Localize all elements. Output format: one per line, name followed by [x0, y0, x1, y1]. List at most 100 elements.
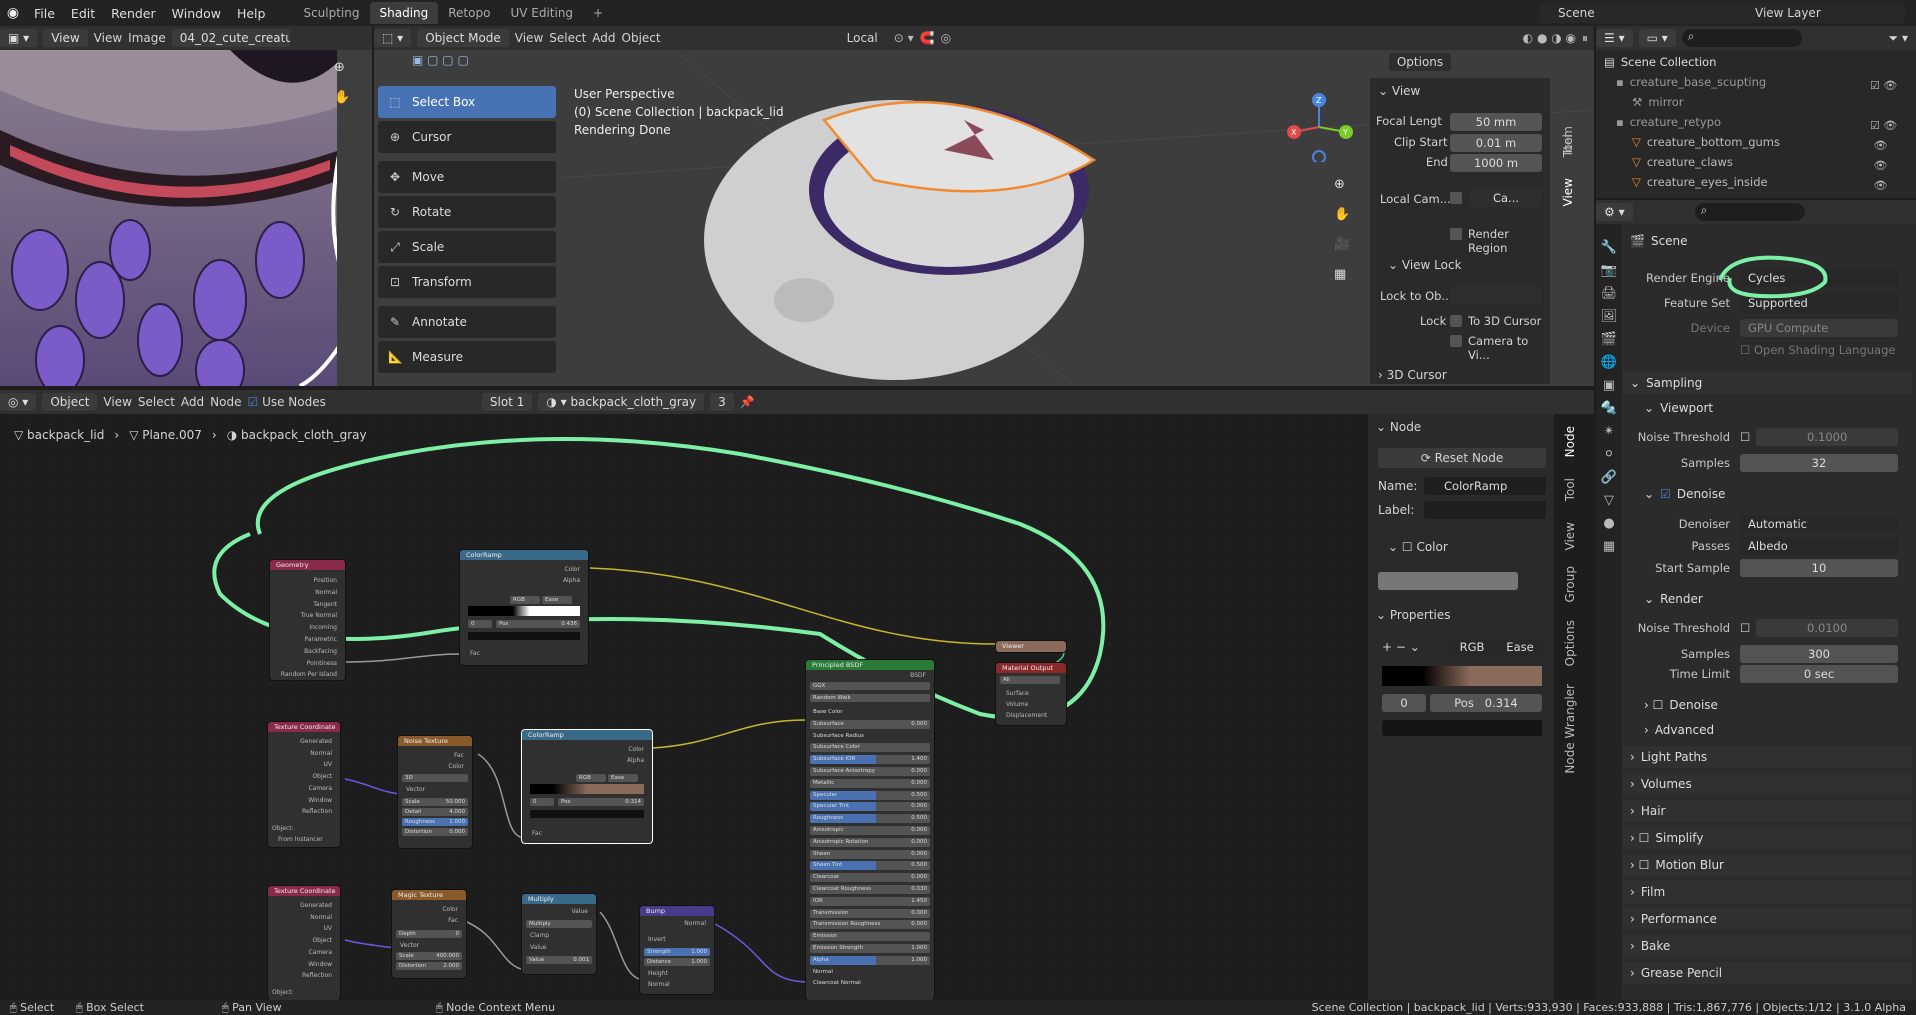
view-layer-selector[interactable]: View Layer — [1725, 3, 1905, 23]
bsdf-input-row[interactable]: Subsurface Anisotropy 0.000 — [810, 767, 930, 776]
ramp2-color[interactable] — [530, 810, 644, 818]
material-output-node[interactable]: Material Output All Surface Volume Displac… — [996, 663, 1066, 725]
volumes-section[interactable]: › Volumes — [1622, 773, 1912, 795]
node-label-field[interactable] — [1424, 501, 1546, 519]
bsdf-input-row[interactable]: Transmission 0.000 — [810, 908, 930, 918]
simplify-section[interactable]: › ☐ Simplify — [1622, 827, 1912, 849]
properties-editor-type[interactable]: ⚙ ▾ — [1596, 203, 1633, 221]
texture-coordinate-node-1[interactable]: Texture Coordinate Generated Normal UV Obje… — [268, 722, 340, 847]
device-dropdown[interactable]: GPU Compute — [1740, 319, 1898, 337]
denoise-checkbox[interactable]: ☑ — [1660, 487, 1671, 501]
bsdf-input-row[interactable]: Clearcoat 0.000 — [810, 873, 930, 883]
display-mode-button[interactable]: ▭ ▾ — [1638, 29, 1676, 47]
motion-blur-section[interactable]: › ☐ Motion Blur — [1622, 854, 1912, 876]
bsdf-input-row[interactable]: Specular Tint 0.000 — [810, 802, 930, 812]
image-menu-image[interactable]: Image — [128, 31, 166, 45]
camera-to-view-checkbox[interactable] — [1450, 335, 1462, 347]
to-cursor-checkbox[interactable] — [1450, 315, 1462, 327]
denoiser-dropdown[interactable]: Automatic — [1740, 515, 1898, 533]
ortho-grid-icon[interactable]: ▦ — [1334, 260, 1350, 290]
grease-pencil-section[interactable]: › Grease Pencil — [1622, 962, 1912, 984]
magic-texture-node[interactable]: Magic Texture Color Fac Depth 0 Vector Sca… — [392, 890, 466, 978]
material-selector[interactable]: ◑ ▾ backpack_cloth_gray — [538, 393, 705, 411]
viewport-menu-object[interactable]: Object — [622, 31, 661, 45]
zoom-icon[interactable]: ⊕ — [1334, 170, 1350, 200]
clip-end-field[interactable]: 1000 m — [1450, 154, 1542, 172]
bsdf-input-row[interactable]: Emission — [810, 932, 930, 942]
bsdf-input-row[interactable]: Anisotropic 0.000 — [810, 826, 930, 835]
node-menu-node[interactable]: Node — [210, 395, 241, 409]
node-menu-add[interactable]: Add — [181, 395, 204, 409]
node-color-swatch[interactable] — [1378, 572, 1518, 590]
outliner-editor-type[interactable]: ☰ ▾ — [1596, 29, 1633, 47]
menu-render[interactable]: Render — [103, 6, 164, 21]
bsdf-input-row[interactable]: IOR 1.450 — [810, 896, 930, 906]
r-noise-field[interactable]: 0.0100 — [1756, 619, 1898, 637]
pan-icon[interactable]: ✋ — [1334, 200, 1350, 230]
geometry-node[interactable]: Geometry Position Normal Tangent True Norma… — [270, 560, 345, 680]
bsdf-input-row[interactable]: Anisotropic Rotation 0.000 — [810, 837, 930, 847]
performance-section[interactable]: › Performance — [1622, 908, 1912, 930]
use-nodes-toggle[interactable]: ☑ Use Nodes — [247, 395, 325, 409]
focal-length-field[interactable]: 50 mm — [1450, 113, 1542, 131]
bsdf-input-row[interactable]: Normal — [810, 968, 930, 977]
image-canvas[interactable]: ⊕ ✋ — [0, 50, 372, 386]
pin-icon[interactable]: 📌 — [740, 395, 755, 409]
menu-edit[interactable]: Edit — [63, 6, 103, 21]
ramp-mode-dropdown[interactable]: RGB — [1450, 638, 1494, 656]
outliner-search[interactable]: ⌕ — [1681, 29, 1802, 47]
bsdf-input-row[interactable]: Subsurface Radius — [810, 732, 930, 741]
bake-section[interactable]: › Bake — [1622, 935, 1912, 957]
viewport-editor-type[interactable]: ⬚ ▾ — [374, 29, 412, 47]
outliner-item-base-scupting[interactable]: ▪ creature_base_scupting — [1616, 73, 1766, 91]
vp-denoise-subsection[interactable]: ⌄ ☑ Denoise — [1622, 483, 1912, 505]
bsdf-input-row[interactable]: Metallic 0.000 — [810, 778, 930, 788]
ramp1-gradient[interactable] — [468, 606, 580, 616]
properties-section[interactable]: ⌄ Properties — [1376, 608, 1451, 622]
bsdf-input-row[interactable]: Base Color — [810, 708, 930, 717]
lock-object-field[interactable] — [1450, 286, 1542, 304]
node-editor-type[interactable]: ◎ ▾ — [0, 393, 37, 411]
pan-hand-icon[interactable]: ✋ — [334, 90, 350, 105]
view-lock-section[interactable]: ⌄ View Lock — [1388, 258, 1462, 272]
image-menu-view[interactable]: View — [94, 31, 122, 45]
ramp-add-remove[interactable]: + − ⌄ — [1382, 640, 1420, 654]
sampling-section[interactable]: ⌄ Sampling — [1622, 372, 1912, 394]
viewport-menu-select[interactable]: Select — [549, 31, 586, 45]
image-view-menu[interactable]: View — [43, 29, 88, 47]
tool-cursor[interactable]: ⊕ Cursor — [378, 121, 556, 153]
menu-file[interactable]: File — [26, 6, 63, 21]
hair-section[interactable]: › Hair — [1622, 800, 1912, 822]
ramp-pos-field[interactable]: 0.314 — [1485, 696, 1518, 710]
node-panel-title[interactable]: ⌄ Node — [1376, 420, 1421, 434]
shading-modes-icon[interactable]: ◐ ● ◑ ◉ — [1523, 31, 1576, 45]
r-denoise-subsection[interactable]: › ☐ Denoise — [1622, 694, 1912, 716]
reset-node-button[interactable]: ⟳ Reset Node — [1378, 448, 1546, 468]
viewer-node[interactable]: Viewer — [996, 641, 1066, 652]
properties-tabs[interactable]: 🔧 📷 🖨 🖼 🎬 🌐 ▣ 🔩 ✴ ⚪ 🔗 ▽ ● ▦ — [1596, 224, 1622, 558]
bsdf-input-row[interactable]: Subsurface IOR 1.400 — [810, 755, 930, 765]
ramp-gradient[interactable] — [1382, 666, 1542, 686]
bsdf-input-row[interactable]: Subsurface Color — [810, 743, 930, 753]
colorramp-node-1[interactable]: ColorRamp Color Alpha RGB Ease 0 Pos 0.436… — [460, 550, 588, 665]
outliner-item-eyes-inside[interactable]: ▽ creature_eyes_inside — [1632, 173, 1768, 191]
menu-window[interactable]: Window — [164, 6, 229, 21]
node-menu-select[interactable]: Select — [138, 395, 175, 409]
3d-cursor-section[interactable]: › 3D Cursor — [1378, 368, 1447, 382]
ramp-interp-dropdown[interactable]: Ease — [1498, 638, 1542, 656]
vtab-group[interactable]: Group — [1563, 566, 1577, 603]
ramp1-interp[interactable]: Ease — [542, 596, 572, 604]
slot-selector[interactable]: Slot 1 — [481, 393, 533, 411]
ramp-stop-field[interactable]: 0 — [1382, 694, 1426, 712]
local-camera-field[interactable]: Ca... — [1470, 189, 1542, 207]
camera-view-icon[interactable]: 🎥 — [1334, 230, 1350, 260]
viewport-menu-add[interactable]: Add — [592, 31, 615, 45]
outliner-item-mirror[interactable]: ⚒ mirror — [1632, 93, 1683, 111]
bump-node[interactable]: Bump Normal Invert Strength 1.000 Distanc… — [640, 906, 714, 994]
viewport-menu-view[interactable]: View — [515, 31, 543, 45]
ramp-stop-color[interactable] — [1382, 720, 1542, 736]
bsdf-input-row[interactable]: Subsurface 0.000 — [810, 719, 930, 729]
image-file-selector[interactable]: 04_02_cute_creature_ — [171, 29, 290, 47]
r-samples-field[interactable]: 300 — [1740, 645, 1898, 663]
outliner-item-retypo[interactable]: ▪ creature_retypo — [1616, 113, 1721, 131]
